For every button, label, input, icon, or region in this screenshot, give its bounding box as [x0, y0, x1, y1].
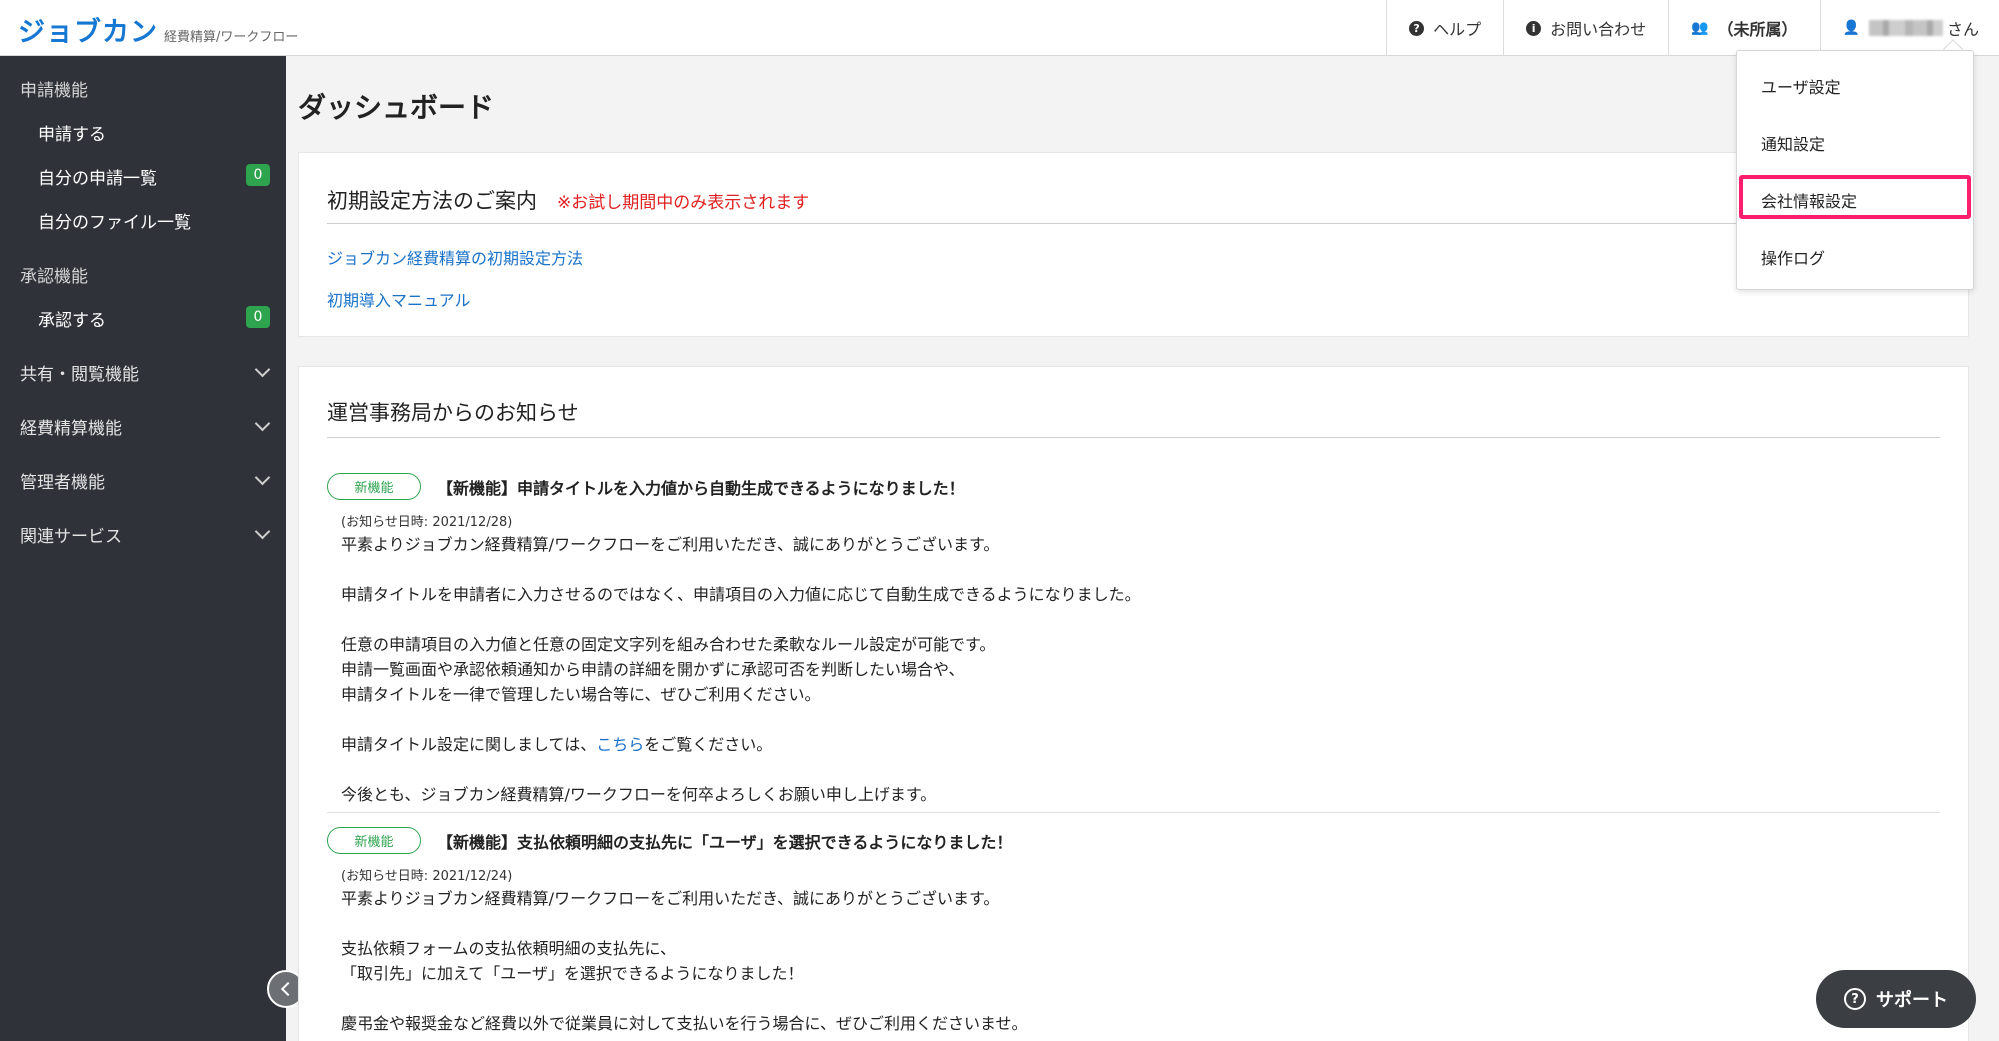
logo-text: ジョブカン [18, 17, 158, 48]
setup-title-text: 初期設定方法のご案内 [327, 189, 537, 213]
sidebar-item-label: 管理者機能 [20, 473, 105, 493]
details-link[interactable]: こちら [596, 735, 644, 754]
page-title: ダッシュボード [298, 91, 495, 124]
sidebar-item-share[interactable]: 共有・閲覧機能 [0, 360, 286, 388]
logo-subtitle: 経費精算/ワークフロー [164, 30, 299, 45]
news-body-line: 申請タイトル設定に関しましては、こちらをご覧ください。 [341, 731, 772, 755]
news-body-line: 慶弔金や報奨金など経費以外で従業員に対して支払いを行う場合に、ぜひご利用ください… [341, 1014, 1028, 1033]
news-title[interactable]: 【新機能】申請タイトルを入力値から自動生成できるようになりました！ [437, 475, 965, 499]
user-dropdown-menu: ユーザ設定 通知設定 会社情報設定 操作ログ [1736, 50, 1974, 290]
chevron-down-icon [254, 361, 271, 378]
news-body-line: 「取引先」に加えて「ユーザ」を選択できるようになりました！ [341, 964, 804, 983]
news-body-line: 申請タイトルを一律で管理したい場合等に、ぜひご利用ください。 [341, 685, 821, 704]
trial-notice: ※お試し期間中のみ表示されます [557, 193, 810, 213]
approve-count-badge: 0 [246, 306, 270, 328]
text-segment: をご覧ください。 [644, 735, 773, 754]
sidebar-section-apply: 申請機能 [20, 81, 88, 101]
top-header: ジョブカン 経費精算/ワークフロー ? ヘルプ i お問い合わせ 👥 （未所属）… [0, 0, 1999, 56]
user-suffix: さん [1946, 20, 1979, 39]
text-segment: 申請タイトル設定に関しましては、 [341, 735, 597, 754]
news-card: 運営事務局からのお知らせ 新機能 【新機能】申請タイトルを入力値から自動生成でき… [298, 366, 1969, 1041]
new-feature-tag: 新機能 [327, 473, 421, 500]
chevron-down-icon [254, 523, 271, 540]
new-feature-tag: 新機能 [327, 827, 421, 854]
news-title[interactable]: 【新機能】支払依頼明細の支払先に「ユーザ」を選択できるようになりました！ [437, 829, 1012, 853]
news-section-title: 運営事務局からのお知らせ [327, 401, 579, 425]
sidebar-item-my-applications[interactable]: 自分の申請一覧 [38, 164, 278, 189]
group-menu[interactable]: 👥 （未所属） [1668, 0, 1819, 56]
users-icon: 👥 [1691, 20, 1709, 36]
sidebar-section-approve: 承認機能 [20, 267, 88, 287]
news-divider [327, 812, 1940, 813]
sidebar-item-label: 経費精算機能 [20, 419, 122, 439]
sidebar-item-label: 関連サービス [20, 527, 122, 547]
contact-label: お問い合わせ [1550, 20, 1647, 39]
sidebar-item-admin[interactable]: 管理者機能 [0, 468, 286, 496]
menu-item-notification-settings[interactable]: 通知設定 [1761, 131, 1825, 155]
divider [327, 437, 1940, 438]
news-body-line: 申請タイトルを申請者に入力させるのではなく、申請項目の入力値に応じて自動生成でき… [341, 585, 1141, 604]
support-button[interactable]: ? サポート [1816, 970, 1976, 1028]
sidebar-item-label: 共有・閲覧機能 [20, 365, 139, 385]
news-header: 新機能 【新機能】支払依頼明細の支払先に「ユーザ」を選択できるようになりました！ [327, 827, 1012, 854]
app-logo[interactable]: ジョブカン 経費精算/ワークフロー [18, 10, 298, 49]
group-label: （未所属） [1717, 20, 1798, 39]
menu-item-user-settings[interactable]: ユーザ設定 [1761, 74, 1841, 98]
sidebar-item-related[interactable]: 関連サービス [0, 522, 286, 550]
setup-method-link[interactable]: ジョブカン経費精算の初期設定方法 [327, 245, 583, 269]
setup-guide-card: 初期設定方法のご案内 ※お試し期間中のみ表示されます ジョブカン経費精算の初期設定… [298, 152, 1969, 337]
news-body-line: 平素よりジョブカン経費精算/ワークフローをご利用いただき、誠にありがとうございま… [341, 889, 1000, 908]
news-body-line: 申請一覧画面や承認依頼通知から申請の詳細を開かずに承認可否を判断したい場合や、 [341, 660, 965, 679]
chevron-down-icon [254, 415, 271, 432]
menu-item-operation-log[interactable]: 操作ログ [1761, 245, 1825, 269]
question-circle-icon: ? [1844, 988, 1866, 1010]
sidebar-item-label: 自分の申請一覧 [38, 169, 157, 189]
news-body-line: 支払依頼フォームの支払依頼明細の支払先に、 [341, 939, 677, 958]
user-icon: 👤 [1842, 20, 1860, 36]
sidebar-item-my-files[interactable]: 自分のファイル一覧 [38, 208, 191, 233]
question-circle-icon: ? [1409, 20, 1425, 36]
user-menu[interactable]: 👤 さん [1819, 0, 1999, 56]
setup-guide-title: 初期設定方法のご案内 ※お試し期間中のみ表示されます [327, 185, 809, 215]
help-menu[interactable]: ? ヘルプ [1386, 0, 1503, 56]
sidebar: 申請機能 申請する 自分の申請一覧 0 自分のファイル一覧 承認機能 承認する … [0, 56, 286, 1041]
news-date: (お知らせ日時: 2021/12/24) [341, 869, 513, 884]
support-label: サポート [1876, 990, 1948, 1011]
news-header: 新機能 【新機能】申請タイトルを入力値から自動生成できるようになりました！ [327, 473, 965, 500]
chevron-down-icon [254, 469, 271, 486]
news-date: (お知らせ日時: 2021/12/28) [341, 515, 513, 530]
news-body-line: 任意の申請項目の入力値と任意の固定文字列を組み合わせた柔軟なルール設定が可能です… [341, 635, 996, 654]
manual-link[interactable]: 初期導入マニュアル [327, 287, 471, 311]
sidebar-item-apply[interactable]: 申請する [38, 120, 106, 145]
news-body-line: 今後とも、ジョブカン経費精算/ワークフローを何卒よろしくお願い申し上げます。 [341, 785, 937, 804]
chevron-left-icon [280, 981, 296, 997]
divider [327, 223, 1940, 224]
menu-item-company-settings[interactable]: 会社情報設定 [1761, 188, 1857, 212]
my-applications-count-badge: 0 [246, 164, 270, 186]
sidebar-item-approve[interactable]: 承認する [38, 306, 106, 331]
help-label: ヘルプ [1433, 20, 1482, 39]
sidebar-item-expense[interactable]: 経費精算機能 [0, 414, 286, 442]
info-circle-icon: i [1526, 20, 1542, 36]
header-nav: ? ヘルプ i お問い合わせ 👥 （未所属） 👤 さん [1386, 0, 1999, 56]
news-body-line: 平素よりジョブカン経費精算/ワークフローをご利用いただき、誠にありがとうございま… [341, 535, 1000, 554]
contact-menu[interactable]: i お問い合わせ [1503, 0, 1668, 56]
blurred-username [1868, 20, 1943, 36]
